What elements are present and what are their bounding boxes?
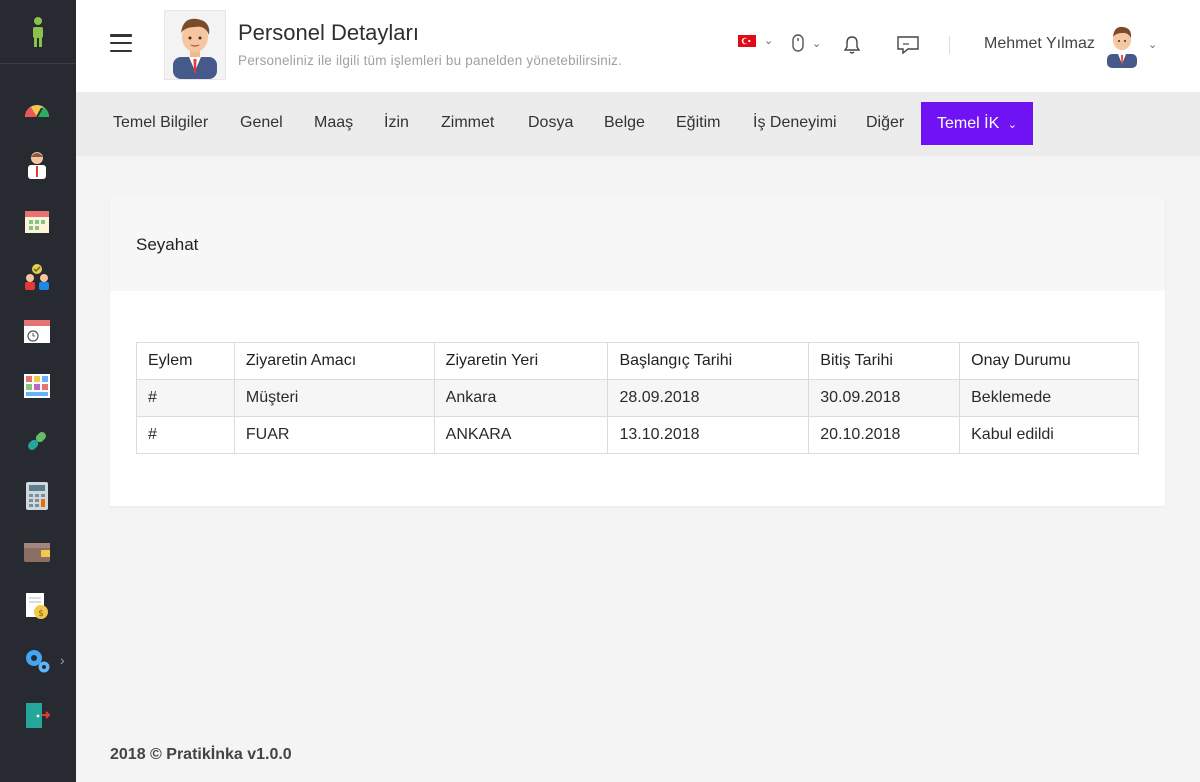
card-title: Seyahat	[110, 199, 1165, 291]
column-header: Ziyaretin Amacı	[233, 342, 435, 380]
table-cell: 20.10.2018	[808, 416, 961, 454]
user-name[interactable]: Mehmet Yılmaz	[984, 35, 1095, 53]
page-subtitle: Personeliniz ile ilgili tüm işlemleri bu…	[238, 53, 623, 68]
menu-toggle-icon[interactable]	[110, 34, 132, 52]
user-avatar[interactable]	[1102, 22, 1142, 68]
brand-logo[interactable]	[0, 0, 76, 64]
tab-is-deneyimi[interactable]: İş Deneyimi	[753, 92, 837, 156]
table-cell: 30.09.2018	[808, 379, 961, 417]
tab-izin[interactable]: İzin	[384, 92, 409, 156]
tab-diger[interactable]: Diğer	[866, 92, 904, 156]
tab-belge[interactable]: Belge	[604, 92, 645, 156]
table-header-row: Eylem Ziyaretin Amacı Ziyaretin Yeri Baş…	[136, 342, 1139, 380]
employee-icon[interactable]	[22, 150, 52, 180]
turkey-flag-icon	[738, 34, 756, 47]
calculator-icon[interactable]	[22, 481, 52, 511]
chevron-down-icon: ⌄	[1007, 119, 1017, 131]
mouse-icon	[792, 34, 804, 52]
action-link[interactable]: #	[136, 379, 235, 417]
table-cell: Beklemede	[959, 379, 1139, 417]
table-row: # FUAR ANKARA 13.10.2018 20.10.2018 Kabu…	[136, 416, 1139, 454]
bell-icon	[843, 36, 861, 54]
tab-dosya[interactable]: Dosya	[528, 92, 573, 156]
table-cell: FUAR	[233, 416, 435, 454]
pill-icon[interactable]	[22, 426, 52, 456]
chevron-down-icon: ⌄	[812, 37, 822, 50]
column-header: Bitiş Tarihi	[808, 342, 961, 380]
tab-temel-bilgiler[interactable]: Temel Bilgiler	[113, 92, 208, 156]
travel-card: Seyahat Eylem Ziyaretin Amacı Ziyaretin …	[110, 199, 1165, 506]
person-logo-icon	[33, 16, 43, 47]
header-divider	[949, 36, 950, 54]
detail-tabs: Temel Bilgiler Genel Maaş İzin Zimmet Do…	[76, 92, 1200, 156]
table-cell: ANKARA	[433, 416, 609, 454]
dashboard-gauge-icon[interactable]	[22, 94, 52, 124]
table-row: # Müşteri Ankara 28.09.2018 30.09.2018 B…	[136, 379, 1139, 417]
table-cell: Müşteri	[233, 379, 435, 417]
tab-zimmet[interactable]: Zimmet	[441, 92, 494, 156]
team-icon[interactable]	[22, 261, 52, 291]
document-coin-icon[interactable]: $	[22, 591, 52, 621]
exit-door-icon[interactable]	[22, 700, 52, 730]
table-cell: Kabul edildi	[959, 416, 1139, 454]
table-cell: 28.09.2018	[607, 379, 810, 417]
tab-temel-ik-label: Temel İK	[937, 115, 1000, 132]
column-header: Onay Durumu	[959, 342, 1139, 380]
notification-button[interactable]	[842, 35, 862, 55]
column-header: Eylem	[136, 342, 235, 380]
language-selector[interactable]: ⌄	[738, 34, 773, 47]
column-header: Ziyaretin Yeri	[433, 342, 609, 380]
table-cell: 13.10.2018	[607, 416, 810, 454]
footer-copyright: 2018 © Pratikİnka v1.0.0	[110, 746, 292, 763]
tab-temel-ik[interactable]: Temel İK ⌄	[921, 102, 1033, 145]
svg-text:$: $	[38, 609, 44, 619]
tab-egitim[interactable]: Eğitim	[676, 92, 720, 156]
travel-table: Eylem Ziyaretin Amacı Ziyaretin Yeri Baş…	[136, 342, 1139, 454]
mouse-selector[interactable]: ⌄	[792, 34, 821, 52]
column-header: Başlangıç Tarihi	[607, 342, 810, 380]
sidebar: $ ›	[0, 0, 76, 782]
page-title: Personel Detayları	[238, 20, 419, 45]
tab-genel[interactable]: Genel	[240, 92, 283, 156]
chevron-down-icon: ⌄	[764, 35, 774, 47]
action-link[interactable]: #	[136, 416, 235, 454]
chat-icon	[897, 36, 919, 55]
tab-maas[interactable]: Maaş	[314, 92, 353, 156]
settings-gears-icon[interactable]	[22, 645, 52, 675]
messages-button[interactable]	[896, 35, 920, 55]
chevron-right-icon[interactable]: ›	[60, 652, 65, 668]
table-cell: Ankara	[433, 379, 609, 417]
calendar-icon[interactable]	[22, 206, 52, 236]
wallet-icon[interactable]	[22, 536, 52, 566]
calendar-clock-icon[interactable]	[22, 316, 52, 346]
top-header: Personel Detayları Personeliniz ile ilgi…	[76, 0, 1200, 92]
page-avatar	[164, 10, 226, 80]
chevron-down-icon[interactable]: ⌄	[1148, 38, 1157, 51]
tiles-icon[interactable]	[22, 371, 52, 401]
